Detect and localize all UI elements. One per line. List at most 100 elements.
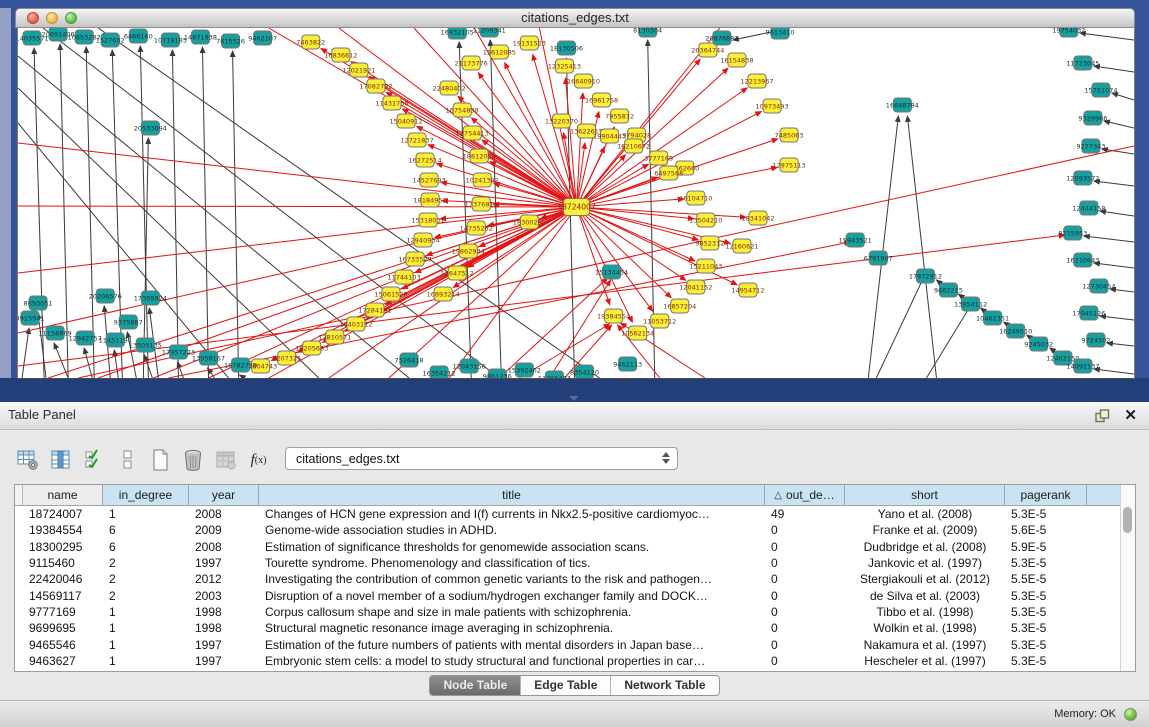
graph-node-label: 9724502 <box>1081 336 1110 344</box>
column-header-out_degree[interactable]: △out_de… <box>765 485 845 505</box>
cell-name: 9465546 <box>23 638 103 652</box>
float-panel-icon[interactable] <box>1095 409 1110 423</box>
graph-node-label: 11723045 <box>1066 59 1099 67</box>
graph-node-label: 7526418 <box>395 356 424 364</box>
table-row[interactable]: 946362711997Embryonic stem cells: a mode… <box>15 653 1120 669</box>
graph-node-label: 13958167 <box>192 354 225 362</box>
tab-node-table[interactable]: Node Table <box>430 676 520 695</box>
graph-node-label: 17284161 <box>358 306 391 314</box>
cell-out_degree: 0 <box>765 654 845 668</box>
table-row[interactable]: 2242004622012Investigating the contribut… <box>15 571 1120 587</box>
graph-node-label: 7955812 <box>605 112 634 120</box>
graph-edge <box>168 242 850 378</box>
table-row[interactable]: 1938455462009Genome-wide association stu… <box>15 522 1120 538</box>
graph-node-label: 9613410 <box>766 28 795 36</box>
select-all-button[interactable] <box>80 446 107 474</box>
tab-network-table[interactable]: Network Table <box>610 676 718 695</box>
graph-node-label: 19862934 <box>452 247 485 255</box>
dropdown-spinner-icon <box>662 452 670 464</box>
graph-node-label: 14092137 <box>1066 362 1099 370</box>
graph-node-label: 16893214 <box>427 290 460 298</box>
memory-status-indicator <box>1124 708 1137 721</box>
show-columns-button[interactable] <box>47 446 74 474</box>
minimize-window-button[interactable] <box>46 12 58 24</box>
close-panel-icon[interactable]: ✕ <box>1124 408 1137 423</box>
graph-node-label: 9375887 <box>114 318 143 326</box>
table-row[interactable]: 1872400712008Changes of HCN gene express… <box>15 506 1120 522</box>
graph-node-label: 9329966 <box>1078 114 1107 122</box>
graph-node-label: 16836612 <box>324 51 357 59</box>
table-row[interactable]: 911546021997Tourette syndrome. Phenomeno… <box>15 555 1120 571</box>
table-selector-dropdown[interactable]: citations_edges.txt <box>285 447 678 470</box>
graph-edge <box>1084 236 1134 242</box>
cell-name: 18300295 <box>23 540 103 554</box>
cell-title: Investigating the contribution of common… <box>259 572 765 586</box>
graph-node-label: 8354120 <box>570 368 599 376</box>
column-header-year[interactable]: year <box>189 485 259 505</box>
disabled-table-icon <box>215 449 237 471</box>
delete-table-button[interactable] <box>212 446 239 474</box>
network-graph[interactable]: 1683661212021921170827621143175615040912… <box>18 28 1134 378</box>
unselect-all-button[interactable] <box>113 446 140 474</box>
graph-edge <box>18 207 577 273</box>
table-row[interactable]: 946554611997Estimation of the future num… <box>15 636 1120 652</box>
cell-year: 1997 <box>189 556 259 570</box>
cell-in_degree: 1 <box>103 654 189 668</box>
cell-pagerank: 5.3E-5 <box>1005 605 1087 619</box>
graph-node-label: 11201473 <box>538 374 571 378</box>
graph-node-label: 11053712 <box>643 317 676 325</box>
graph-node-label: 17082762 <box>359 82 392 90</box>
graph-node-label: 20206576 <box>89 292 122 300</box>
split-pane-handle[interactable] <box>569 396 579 401</box>
cell-short: de Silva et al. (2003) <box>845 589 1005 603</box>
new-document-icon <box>150 448 170 472</box>
graph-node-label: 10719185 <box>154 36 187 44</box>
table-panel-header: Table Panel ✕ <box>0 402 1149 430</box>
column-header-in_degree[interactable]: in_degree <box>103 485 189 505</box>
table-row[interactable]: 1456911722003Disruption of a novel membe… <box>15 587 1120 603</box>
window-titlebar[interactable]: citations_edges.txt <box>15 8 1135 28</box>
column-header-name[interactable]: name <box>23 485 103 505</box>
graph-node-label: 15392462 <box>508 366 541 374</box>
graph-node-label: 12810571 <box>318 333 351 341</box>
zoom-window-button[interactable] <box>65 12 77 24</box>
graph-edge <box>22 328 29 378</box>
scrollbar-thumb[interactable] <box>1123 507 1132 533</box>
tab-edge-table[interactable]: Edge Table <box>520 676 610 695</box>
graph-edge <box>499 278 607 378</box>
table-row[interactable]: 1830029562008Estimation of significance … <box>15 539 1120 555</box>
graph-node-label: 17872912 <box>909 272 942 280</box>
graph-node-label: 9852312 <box>695 239 724 247</box>
memory-status-label: Memory: OK <box>1054 708 1116 720</box>
cell-in_degree: 1 <box>103 621 189 635</box>
graph-node-label: 11744103 <box>387 273 420 281</box>
table-row[interactable]: 977716911998Corpus callosum shape and si… <box>15 604 1120 620</box>
column-header-pagerank[interactable]: pagerank <box>1005 485 1087 505</box>
graph-node-label: 7615526 <box>216 37 245 45</box>
close-window-button[interactable] <box>27 12 39 24</box>
graph-node-label: 22480402 <box>433 84 466 92</box>
graph-edge <box>1094 181 1134 186</box>
network-graph-canvas[interactable]: 1683661212021921170827621143175615040912… <box>17 28 1135 379</box>
delete-columns-button[interactable] <box>179 446 206 474</box>
traffic-lights <box>27 12 77 24</box>
column-header-gutter[interactable] <box>15 485 23 505</box>
column-header-title[interactable]: title <box>259 485 765 505</box>
cell-short: Jankovic et al. (1997) <box>845 556 1005 570</box>
cell-in_degree: 2 <box>103 556 189 570</box>
change-table-mode-button[interactable] <box>14 446 41 474</box>
function-builder-button[interactable]: f(x) <box>245 446 272 474</box>
graph-node-label: 13505135 <box>129 341 162 349</box>
graph-edge <box>577 93 583 207</box>
table-row[interactable]: 969969511998Structural magnetic resonanc… <box>15 620 1120 636</box>
cell-title: Changes of HCN gene expression and I(f) … <box>259 507 765 521</box>
graph-node-label: 8130304 <box>633 28 662 34</box>
graph-node-label: 12093572 <box>1066 174 1099 182</box>
graph-node-label: 9245032 <box>1024 340 1053 348</box>
graph-node-label: 10241302 <box>466 176 499 184</box>
vertical-scrollbar[interactable] <box>1120 485 1135 671</box>
create-new-column-button[interactable] <box>146 446 173 474</box>
column-header-short[interactable]: short <box>845 485 1005 505</box>
graph-node-label: 18612054 <box>463 152 496 160</box>
graph-node-label: 12721837 <box>401 136 434 144</box>
